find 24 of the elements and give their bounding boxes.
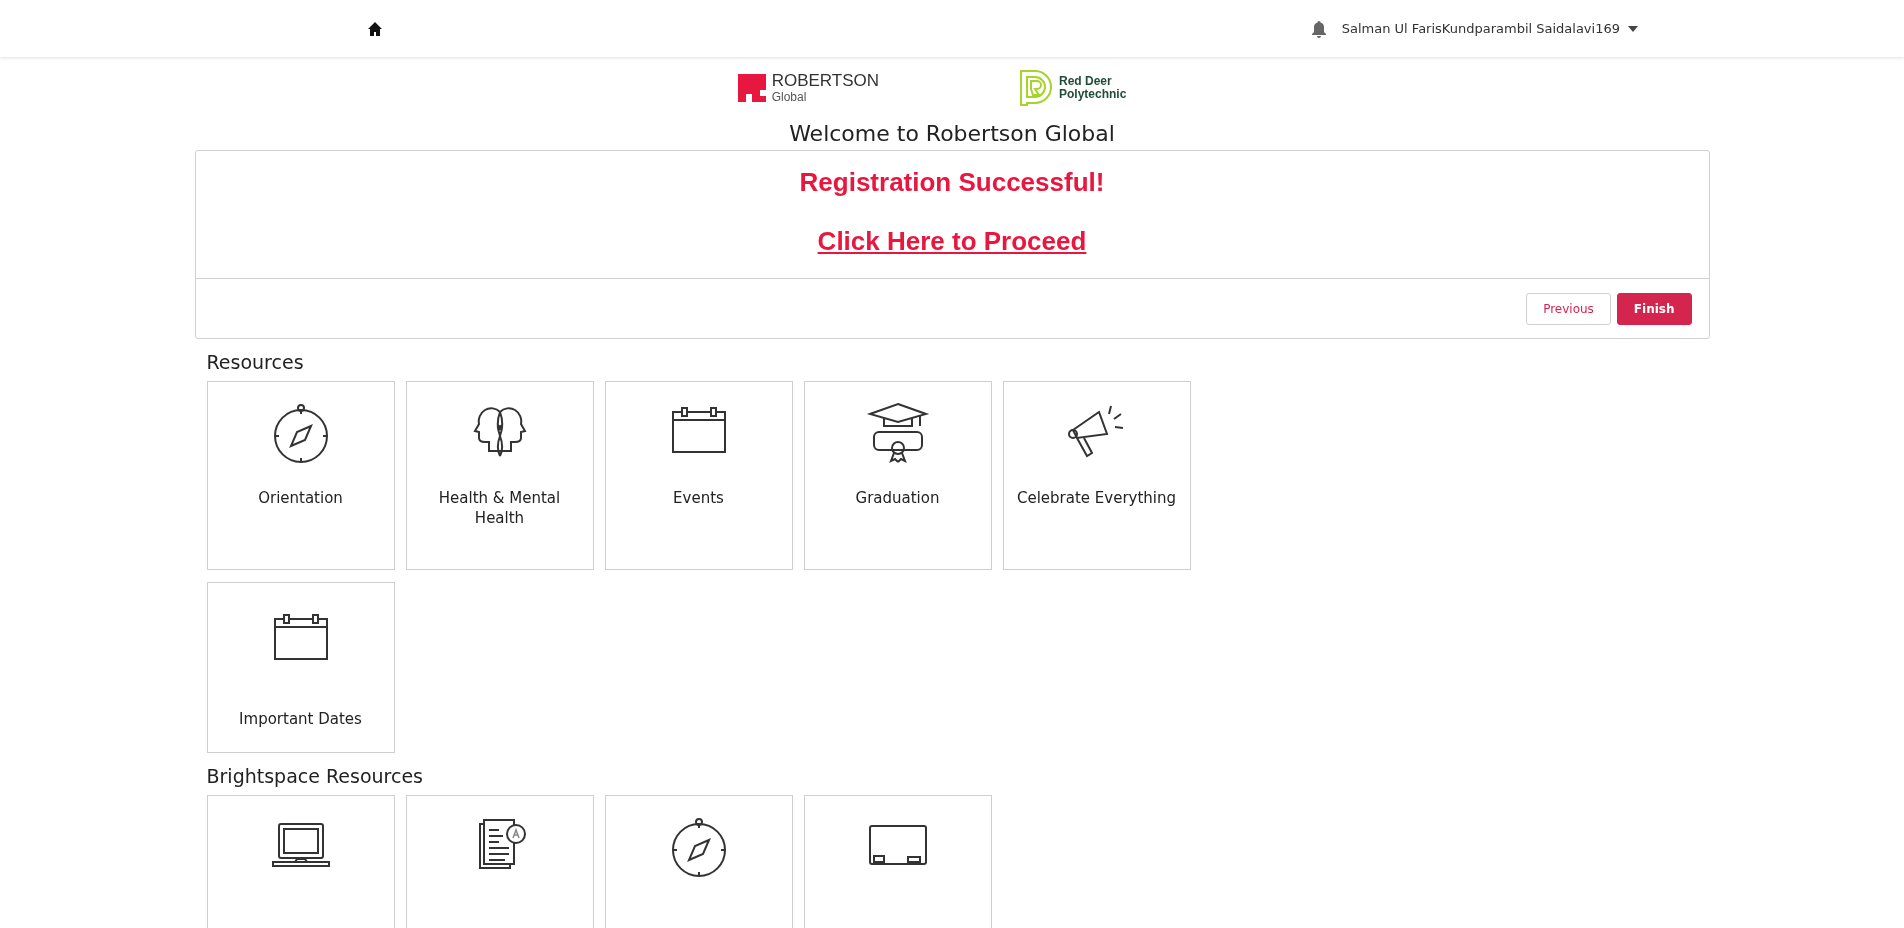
resource-tile[interactable]: Health & Mental Health	[405, 381, 594, 570]
resource-tile[interactable]: Important Dates	[206, 582, 395, 753]
resource-tile[interactable]: Events	[604, 381, 793, 570]
section-heading: Resources	[206, 351, 305, 373]
tile-label: Graduation	[854, 488, 941, 508]
tile-label: Health & Mental Health	[437, 488, 562, 528]
tile-label: Important Dates	[238, 709, 363, 729]
logo-name: ROBERTSON	[771, 71, 879, 90]
section-heading: Brightspace Resources	[206, 765, 424, 787]
logo-name: Red Deer	[1059, 74, 1113, 88]
proceed-link[interactable]: Click Here to Proceed	[817, 226, 1087, 257]
finish-button[interactable]: Finish	[1616, 292, 1692, 325]
user-menu[interactable]: Salman Ul FarisKundparambil Saidalavi169	[1341, 21, 1638, 36]
logo-subtitle: Polytechnic	[1059, 87, 1127, 102]
previous-button[interactable]: Previous	[1526, 292, 1611, 325]
resource-tile[interactable]: Graduation	[803, 381, 992, 570]
resource-tile[interactable]: Celebrate Everything	[1002, 381, 1191, 570]
tile-label: Events	[672, 488, 725, 508]
logo-subtitle: Global	[771, 89, 808, 105]
success-message: Registration Successful!	[799, 167, 1105, 198]
tile-label: Celebrate Everything	[1016, 488, 1177, 508]
page-title: Welcome to Robertson Global	[788, 121, 1116, 146]
tile-label: Orientation	[257, 488, 344, 508]
resource-tile[interactable]: Orientation	[206, 381, 395, 570]
